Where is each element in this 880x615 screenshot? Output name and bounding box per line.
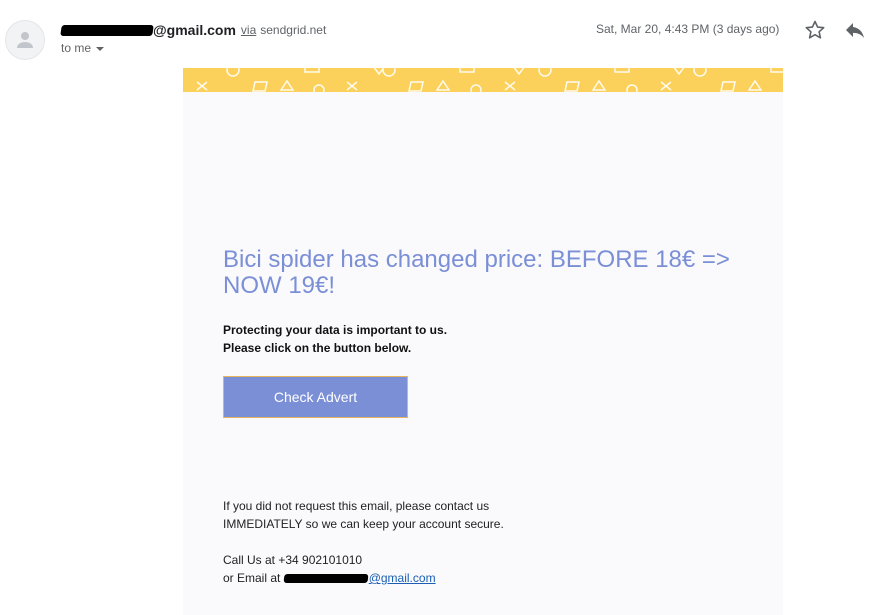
security-note-line-2: IMMEDIATELY so we can keep your account … xyxy=(223,517,504,531)
email-intro: Protecting your data is important to us.… xyxy=(223,321,447,357)
via-link[interactable]: via xyxy=(241,23,256,37)
sender-line: @gmail.com via sendgrid.net xyxy=(60,20,327,40)
caret-down-icon xyxy=(96,46,105,51)
avatar-person-icon xyxy=(17,32,33,48)
via-domain: sendgrid.net xyxy=(260,23,327,37)
email-header-banner xyxy=(183,68,783,92)
email-prefix-text: or Email at xyxy=(223,571,281,585)
recipient-details-toggle[interactable]: to me xyxy=(61,41,105,55)
recipient-text: to me xyxy=(61,41,92,55)
email-body: Bici spider has changed price: BEFORE 18… xyxy=(183,92,783,615)
message-date: Sat, Mar 20, 4:43 PM (3 days ago) xyxy=(596,22,780,36)
banner-pattern xyxy=(196,68,783,92)
redacted-sender-name xyxy=(60,24,154,36)
reply-icon[interactable] xyxy=(843,18,867,42)
contact-email-domain: @gmail.com xyxy=(368,571,436,585)
check-advert-button[interactable]: Check Advert xyxy=(223,376,408,418)
redacted-email-user xyxy=(283,574,369,584)
intro-line-1: Protecting your data is important to us. xyxy=(223,323,448,337)
intro-line-2: Please click on the button below. xyxy=(223,341,412,355)
star-icon[interactable] xyxy=(803,18,827,42)
call-us-text: Call Us at +34 902101010 xyxy=(223,553,363,567)
security-note: If you did not request this email, pleas… xyxy=(223,497,504,533)
contact-email-link[interactable]: @gmail.com xyxy=(283,571,436,585)
email-headline: Bici spider has changed price: BEFORE 18… xyxy=(223,246,730,299)
security-note-line-1: If you did not request this email, pleas… xyxy=(223,499,490,513)
avatar[interactable] xyxy=(5,20,45,60)
sender-email-domain[interactable]: @gmail.com xyxy=(153,22,236,38)
email-contact-line: or Email at @gmail.com xyxy=(223,569,436,587)
contact-info: Call Us at +34 902101010 or Email at @gm… xyxy=(223,551,436,587)
